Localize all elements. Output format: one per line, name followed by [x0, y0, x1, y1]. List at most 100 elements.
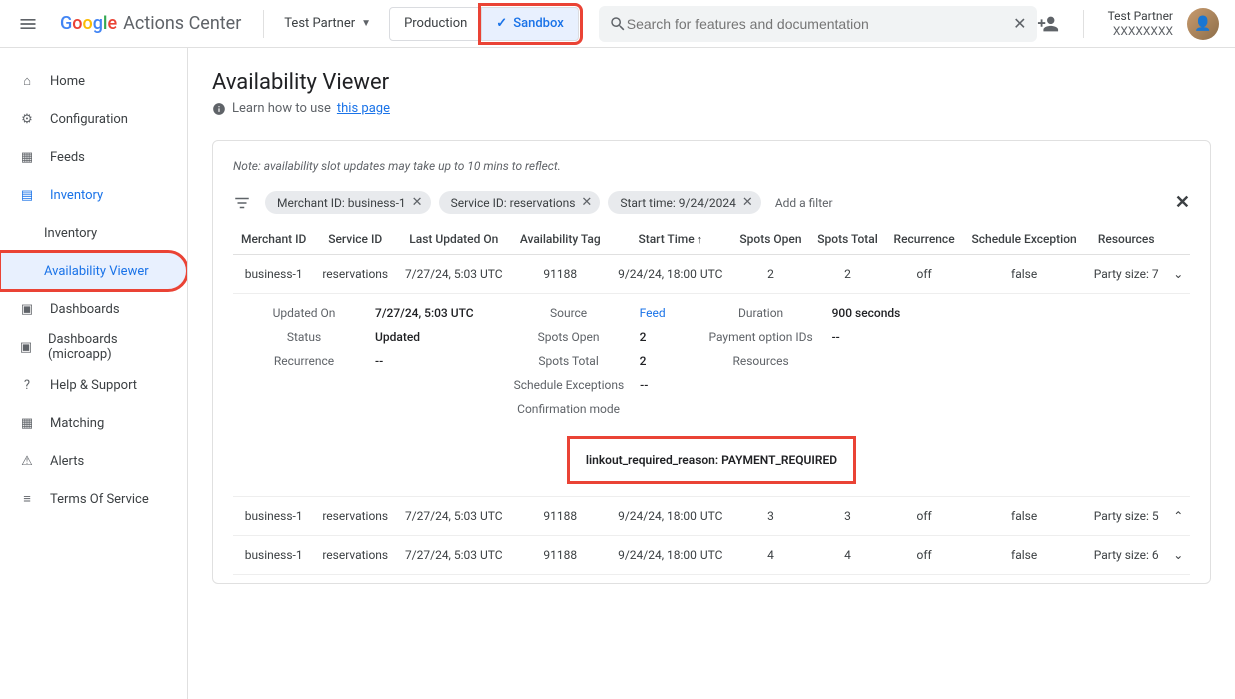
- expand-row-icon[interactable]: ⌄: [1167, 255, 1190, 294]
- nav-label: Inventory: [44, 226, 97, 241]
- col-start-label: Start Time: [638, 232, 694, 246]
- product-name: Actions Center: [123, 13, 241, 34]
- hamburger-menu[interactable]: [8, 4, 48, 44]
- person-add-svg: [1037, 13, 1059, 35]
- cell-exception: false: [963, 536, 1086, 575]
- cell-tag: 91188: [511, 536, 609, 575]
- tab-sandbox-label: Sandbox: [513, 16, 564, 31]
- cell-merchant: business-1: [233, 536, 314, 575]
- caret-down-icon: ▼: [361, 18, 371, 29]
- filter-chip-service[interactable]: Service ID: reservations✕: [439, 191, 601, 214]
- environment-tabs: Production ✓ Sandbox: [389, 7, 579, 41]
- chip-remove-icon[interactable]: ✕: [412, 195, 423, 210]
- nav-alerts[interactable]: ⚠Alerts: [0, 442, 187, 480]
- nav-dashboards-micro[interactable]: ▣Dashboards (microapp): [0, 328, 187, 366]
- account-name: Test Partner: [1108, 9, 1173, 23]
- help-icon: ?: [18, 378, 36, 393]
- nav-label: Inventory: [50, 188, 103, 203]
- detail-label: Spots Total: [514, 354, 624, 368]
- filter-svg: [233, 194, 251, 212]
- help-link[interactable]: this page: [337, 101, 390, 116]
- cell-exception: false: [963, 255, 1086, 294]
- header-right: Test Partner XXXXXXXX 👤: [1037, 8, 1227, 40]
- table-row[interactable]: business-1 reservations 7/27/24, 5:03 UT…: [233, 536, 1190, 575]
- app-header: Google Actions Center Test Partner ▼ Pro…: [0, 0, 1235, 48]
- filter-chip-start[interactable]: Start time: 9/24/2024 ✕: [608, 191, 760, 214]
- col-open[interactable]: Spots Open: [732, 224, 810, 255]
- detail-label: Schedule Exceptions: [514, 378, 625, 392]
- collapse-row-icon[interactable]: ⌃: [1167, 497, 1190, 536]
- check-icon: ✓: [496, 16, 507, 31]
- cell-total: 2: [809, 255, 885, 294]
- linkout-reason-box: linkout_required_reason: PAYMENT_REQUIRE…: [567, 436, 856, 484]
- cell-service: reservations: [314, 536, 396, 575]
- detail-source-link[interactable]: Feed: [640, 306, 666, 320]
- account-sub: XXXXXXXX: [1108, 24, 1173, 38]
- cell-open: 3: [732, 497, 810, 536]
- clear-search-icon[interactable]: ✕: [1013, 14, 1026, 33]
- nav-configuration[interactable]: ⚙Configuration: [0, 100, 187, 138]
- note-text: Note: availability slot updates may take…: [233, 159, 1190, 173]
- nav-home[interactable]: ⌂Home: [0, 62, 187, 100]
- col-start[interactable]: Start Time↑: [609, 224, 731, 255]
- table-header-row: Merchant ID Service ID Last Updated On A…: [233, 224, 1190, 255]
- cell-tag: 91188: [511, 255, 609, 294]
- cell-service: reservations: [314, 255, 396, 294]
- cell-open: 2: [732, 255, 810, 294]
- menu-icon: [18, 14, 38, 34]
- nav-inventory-sub[interactable]: Inventory: [0, 214, 187, 252]
- col-updated[interactable]: Last Updated On: [396, 224, 511, 255]
- table-row[interactable]: business-1 reservations 7/27/24, 5:03 UT…: [233, 497, 1190, 536]
- detail-value: 7/27/24, 5:03 UTC: [375, 306, 474, 320]
- col-merchant[interactable]: Merchant ID: [233, 224, 314, 255]
- chip-label: Start time: 9/24/2024: [620, 196, 736, 210]
- cell-recurrence: off: [886, 536, 963, 575]
- add-filter-button[interactable]: Add a filter: [775, 196, 833, 210]
- filter-row: Merchant ID: business-1✕ Service ID: res…: [233, 191, 1190, 214]
- page-title: Availability Viewer: [212, 70, 1211, 95]
- nav-help[interactable]: ?Help & Support: [0, 366, 187, 404]
- inventory-icon: ▤: [18, 188, 36, 203]
- nav-tos[interactable]: ≡Terms Of Service: [0, 480, 187, 518]
- search-bar[interactable]: ✕: [599, 6, 1037, 42]
- col-tag[interactable]: Availability Tag: [511, 224, 609, 255]
- col-resources[interactable]: Resources: [1086, 224, 1167, 255]
- clear-filters-icon[interactable]: ✕: [1175, 192, 1190, 213]
- filter-icon[interactable]: [233, 194, 251, 212]
- grid-icon: ▦: [18, 150, 36, 165]
- detail-row: Updated On7/27/24, 5:03 UTC StatusUpdate…: [233, 294, 1190, 497]
- partner-dropdown[interactable]: Test Partner ▼: [274, 10, 381, 37]
- cell-merchant: business-1: [233, 497, 314, 536]
- help-prefix: Learn how to use: [232, 101, 331, 116]
- availability-table: Merchant ID Service ID Last Updated On A…: [233, 224, 1190, 575]
- google-logo: Google: [60, 13, 117, 34]
- filter-chip-merchant[interactable]: Merchant ID: business-1✕: [265, 191, 431, 214]
- nav-feeds[interactable]: ▦Feeds: [0, 138, 187, 176]
- col-total[interactable]: Spots Total: [809, 224, 885, 255]
- person-add-icon[interactable]: [1037, 13, 1059, 35]
- table-row[interactable]: business-1 reservations 7/27/24, 5:03 UT…: [233, 255, 1190, 294]
- detail-label: Duration: [706, 306, 816, 320]
- detail-label: Status: [249, 330, 359, 344]
- col-recurrence[interactable]: Recurrence: [886, 224, 963, 255]
- chip-remove-icon[interactable]: ✕: [581, 195, 592, 210]
- search-input[interactable]: [627, 16, 1013, 32]
- expand-row-icon[interactable]: ⌄: [1167, 536, 1190, 575]
- col-expand: [1167, 224, 1190, 255]
- chip-remove-icon[interactable]: ✕: [742, 195, 753, 210]
- tab-production[interactable]: Production: [389, 7, 482, 41]
- tab-sandbox[interactable]: ✓ Sandbox: [482, 7, 578, 41]
- nav-inventory[interactable]: ▤ Inventory: [0, 176, 187, 214]
- nav-matching[interactable]: ▦Matching: [0, 404, 187, 442]
- col-service[interactable]: Service ID: [314, 224, 396, 255]
- content-area: Availability Viewer Learn how to use thi…: [188, 48, 1235, 699]
- avatar[interactable]: 👤: [1187, 8, 1219, 40]
- cell-open: 4: [732, 536, 810, 575]
- alert-icon: ⚠: [18, 454, 36, 469]
- partner-name: Test Partner: [284, 16, 355, 31]
- col-exception[interactable]: Schedule Exception: [963, 224, 1086, 255]
- detail-label: Recurrence: [249, 354, 359, 368]
- nav-availability-viewer[interactable]: Availability Viewer: [0, 252, 187, 290]
- nav-label: Configuration: [50, 112, 128, 127]
- nav-dashboards[interactable]: ▣Dashboards: [0, 290, 187, 328]
